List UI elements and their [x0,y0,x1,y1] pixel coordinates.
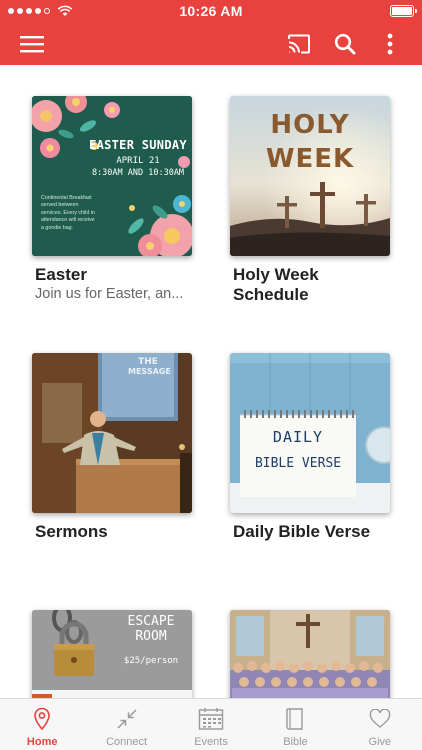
sermons-screen-line2: MESSAGE [128,367,171,376]
tab-label: Give [368,736,392,748]
easter-date: APRIL 21 [116,156,160,166]
easter-times: 8:30AM AND 10:30AM [91,168,185,178]
tab-bible[interactable]: Bible [253,699,337,750]
card-daily-bible-verse[interactable]: DAILY BIBLE VERSE Daily Bible Verse [230,353,390,542]
tab-label: Home [26,736,58,748]
card-easter[interactable]: EASTER SUNDAY APRIL 21 8:30AM AND 10:30A… [32,96,192,303]
card-title: Daily Bible Verse [233,522,371,541]
group-photo-image [230,610,390,698]
card-title: Easter [35,265,87,284]
tab-events[interactable]: Events [169,699,253,750]
easter-note: Continental Breakfast served between ser… [41,195,95,231]
daily-bible-verse-image: DAILY BIBLE VERSE [230,353,390,513]
status-bar: 10:26 AM [0,0,422,22]
battery-icon [390,5,417,17]
tab-give[interactable]: Give [338,699,422,750]
card-title: Sermons [35,522,108,541]
escape-price: $25/person [123,656,179,666]
card-title: Holy Week Schedule [233,265,319,304]
search-icon[interactable] [329,28,361,60]
cast-icon[interactable] [283,28,315,60]
card-escape-room[interactable]: ESCAPE ROOM $25/person [32,610,192,698]
tab-label: Events [194,736,228,748]
calendar-icon [198,706,224,732]
content-grid: EASTER SUNDAY APRIL 21 8:30AM AND 10:30A… [0,65,422,698]
status-time: 10:26 AM [179,3,243,19]
holy-week-line2: WEEK [265,144,355,174]
daily-verse-line1: DAILY [272,428,324,446]
card-subtitle: Join us for Easter, an... [35,286,184,302]
card-sermons[interactable]: THE MESSAGE Sermons [32,353,192,542]
escape-line1: ESCAPE [127,614,175,629]
sermons-image: THE MESSAGE [32,353,192,513]
tab-label: Bible [283,736,308,748]
sermons-screen-line1: THE [138,357,158,367]
escape-line2: ROOM [135,629,167,644]
card-holy-week[interactable]: HOLY WEEK Holy Week Schedule [230,96,390,305]
hamburger-menu-icon[interactable] [16,28,48,60]
tab-connect[interactable]: Connect [84,699,168,750]
tab-label: Connect [106,736,148,748]
app-bar [0,22,422,65]
easter-image: EASTER SUNDAY APRIL 21 8:30AM AND 10:30A… [32,96,192,256]
heart-icon [367,706,393,732]
easter-heading: EASTER SUNDAY [89,138,187,152]
holy-week-line1: HOLY [270,110,350,140]
more-vertical-icon[interactable] [374,28,406,60]
holy-week-image: HOLY WEEK [230,96,390,256]
tab-bar: Home Connect Events Bible Give [0,698,422,750]
card-group-photo[interactable] [230,610,390,698]
book-icon [282,706,308,732]
tab-home[interactable]: Home [0,699,84,750]
connect-arrows-icon [114,706,140,732]
location-pin-icon [29,706,55,732]
escape-room-image: ESCAPE ROOM $25/person [32,610,192,698]
daily-verse-line2: BIBLE VERSE [254,456,342,471]
